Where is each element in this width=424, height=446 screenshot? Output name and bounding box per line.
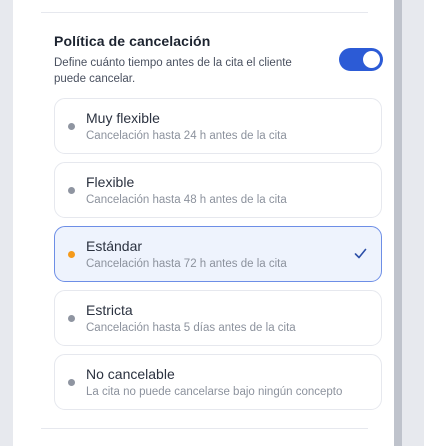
- option-label: No cancelable: [86, 366, 175, 382]
- cancellation-policy-header: Política de cancelación Define cuánto ti…: [54, 33, 384, 87]
- policy-options-list: Muy flexible Cancelación hasta 24 h ante…: [54, 98, 382, 418]
- policy-option-estricta[interactable]: Estricta Cancelación hasta 5 días antes …: [54, 290, 382, 346]
- divider: [41, 12, 368, 13]
- option-label: Muy flexible: [86, 110, 160, 126]
- option-description: La cita no puede cancelarse bajo ningún …: [86, 386, 343, 398]
- settings-panel: Política de cancelación Define cuánto ti…: [13, 0, 394, 446]
- policy-option-flexible[interactable]: Flexible Cancelación hasta 48 h antes de…: [54, 162, 382, 218]
- dot-icon: [68, 123, 75, 130]
- scrollbar[interactable]: [394, 0, 402, 446]
- option-description: Cancelación hasta 24 h antes de la cita: [86, 130, 287, 142]
- check-icon: [354, 248, 367, 259]
- dot-icon: [68, 315, 75, 322]
- option-label: Estándar: [86, 238, 143, 254]
- cancellation-policy-toggle[interactable]: [339, 48, 383, 71]
- dot-icon: [68, 251, 75, 258]
- option-description: Cancelación hasta 5 días antes de la cit…: [86, 322, 296, 334]
- policy-option-no-cancelable[interactable]: No cancelable La cita no puede cancelars…: [54, 354, 382, 410]
- section-description: Define cuánto tiempo antes de la cita el…: [54, 57, 292, 85]
- option-description: Cancelación hasta 72 h antes de la cita: [86, 258, 287, 270]
- section-title: Política de cancelación: [54, 33, 211, 49]
- option-label: Flexible: [86, 174, 135, 190]
- policy-option-estandar[interactable]: Estándar Cancelación hasta 72 h antes de…: [54, 226, 382, 282]
- dot-icon: [68, 187, 75, 194]
- option-label: Estricta: [86, 302, 133, 318]
- divider: [41, 428, 368, 429]
- policy-option-muy-flexible[interactable]: Muy flexible Cancelación hasta 24 h ante…: [54, 98, 382, 154]
- dot-icon: [68, 379, 75, 386]
- toggle-knob: [363, 51, 380, 68]
- option-description: Cancelación hasta 48 h antes de la cita: [86, 194, 287, 206]
